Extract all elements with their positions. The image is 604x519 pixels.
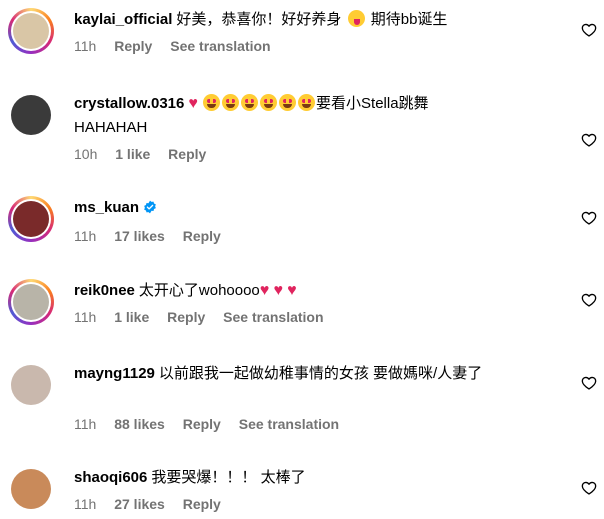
heart-outline-icon[interactable] [581,22,597,38]
comment-time[interactable]: 11h [74,228,96,244]
comment-username[interactable]: crystallow.0316 [74,95,184,112]
red-heart-emoji-icon: ♥ [188,95,198,112]
avatar[interactable] [8,8,54,54]
comment-text-line-2: HAHAHAH [74,119,148,136]
comment-username[interactable]: mayng1129 [74,365,155,382]
tongue-emoji-icon [347,10,365,27]
comment-body: 好美，恭喜你！好好养身 [176,11,342,28]
likes-count[interactable]: 17 likes [114,228,165,244]
comment-body-tail: 期待bb诞生 [370,11,448,28]
comment-meta: 11h 1 like Reply See translation [74,307,564,327]
heart-eyes-emoji-icon [260,94,278,111]
reply-button[interactable]: Reply [167,309,205,325]
comment-text: ms_kuan [74,196,564,222]
comment-time[interactable]: 11h [74,309,96,325]
comment-text: mayng1129 以前跟我一起做幼稚事情的女孩 要做媽咪/人妻了 [74,362,564,386]
heart-eyes-emoji-icon [298,94,316,111]
comment-text: crystallow.0316 ♥ 要看小Stella跳舞 [74,92,564,116]
red-heart-emoji-icon: ♥ [287,282,297,299]
reply-button[interactable]: Reply [114,38,152,54]
heart-eyes-emoji-icon [241,94,259,111]
comment-meta: 11h Reply See translation [74,36,564,56]
comment-time[interactable]: 10h [74,146,97,162]
red-heart-emoji-icon: ♥ [273,282,283,299]
comment-text: reik0nee 太开心了wohoooo♥ ♥ ♥ [74,279,564,303]
likes-count[interactable]: 27 likes [114,496,165,512]
comment-time[interactable]: 11h [74,496,96,512]
comment-meta: 10h 1 like Reply [74,144,564,164]
comments-list: kaylai_official 好美，恭喜你！好好养身 期待bb诞生 11h Re… [0,0,604,519]
heart-eyes-emoji-icon [203,94,221,111]
reply-button[interactable]: Reply [183,416,221,432]
heart-outline-icon[interactable] [581,132,597,148]
comment-meta: 11h 27 likes Reply [74,494,564,514]
comment-body: 要看小Stella跳舞 [316,95,429,112]
comment-body-tail: 太棒了 [260,469,306,486]
reply-button[interactable]: Reply [183,496,221,512]
heart-outline-icon[interactable] [581,210,597,226]
avatar[interactable] [8,279,54,325]
likes-count[interactable]: 1 like [114,309,149,325]
red-heart-emoji-icon: ♥ [259,282,270,299]
comment-body: 我要哭爆！！！ [151,469,257,486]
verified-badge-icon [143,198,157,222]
comment-username[interactable]: ms_kuan [74,199,139,216]
heart-outline-icon[interactable] [581,292,597,308]
likes-count[interactable]: 88 likes [114,416,165,432]
see-translation-button[interactable]: See translation [223,309,323,325]
avatar[interactable] [8,362,54,408]
comment-username[interactable]: kaylai_official [74,11,172,28]
reply-button[interactable]: Reply [183,228,221,244]
reply-button[interactable]: Reply [168,146,206,162]
heart-outline-icon[interactable] [581,480,597,496]
heart-eyes-emoji-icon [222,94,240,111]
avatar[interactable] [8,466,54,512]
comment-body: 太开心了wohoooo [138,282,260,299]
comment-username[interactable]: reik0nee [74,282,135,299]
comment-body: 以前跟我一起做幼稚事情的女孩 要做媽咪/人妻了 [158,365,483,382]
see-translation-button[interactable]: See translation [170,38,270,54]
heart-eyes-emoji-icon [279,94,297,111]
likes-count[interactable]: 1 like [115,146,150,162]
comment-text: kaylai_official 好美，恭喜你！好好养身 期待bb诞生 [74,8,564,32]
comment-meta: 11h 17 likes Reply [74,226,564,246]
avatar[interactable] [8,92,54,138]
comment-time[interactable]: 11h [74,416,96,432]
comment-text: shaoqi606 我要哭爆！！！ 太棒了 [74,466,564,490]
see-translation-button[interactable]: See translation [239,416,339,432]
comment-time[interactable]: 11h [74,38,96,54]
heart-outline-icon[interactable] [581,375,597,391]
comment-meta: 11h 88 likes Reply See translation [74,414,564,434]
avatar[interactable] [8,196,54,242]
comment-username[interactable]: shaoqi606 [74,469,147,486]
